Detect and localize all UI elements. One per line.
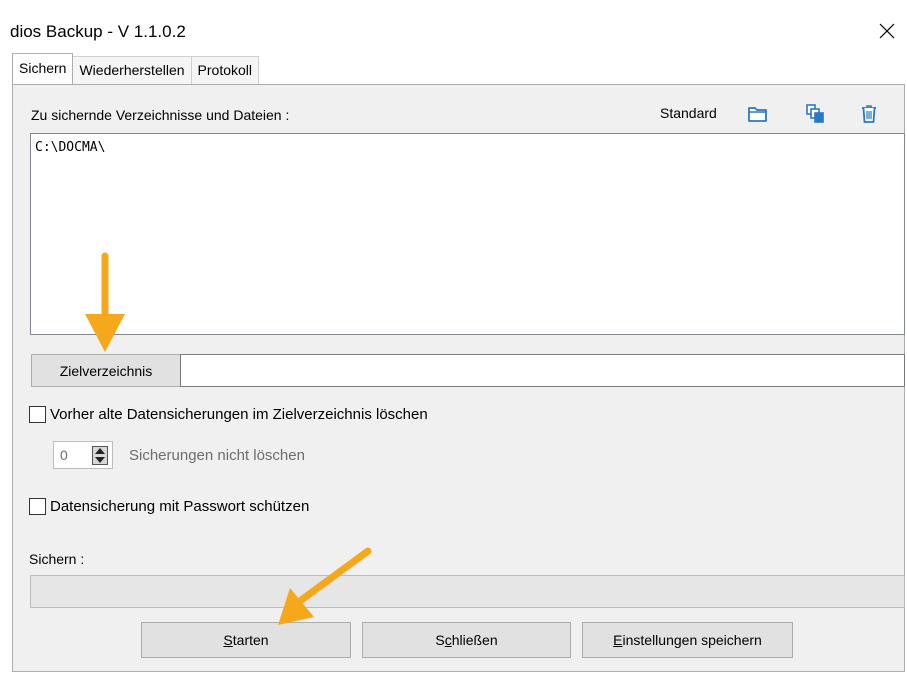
list-item[interactable]: C:\DOCMA\: [35, 140, 900, 155]
folder-open-icon: [748, 107, 767, 122]
close-icon: [879, 23, 895, 39]
add-files-button[interactable]: [803, 102, 827, 126]
add-folder-button[interactable]: [746, 102, 770, 126]
close-mnemonic: c: [444, 632, 452, 648]
trash-icon: [862, 105, 876, 123]
backup-panel: Zu sichernde Verzeichnisse und Dateien :…: [12, 84, 905, 672]
target-directory-field[interactable]: [180, 354, 905, 387]
close-button[interactable]: Sc hließen: [362, 622, 571, 658]
progress-label: Sichern :: [29, 551, 85, 567]
stepper-arrows[interactable]: [92, 446, 108, 465]
files-label: Zu sichernde Verzeichnisse und Dateien :: [31, 107, 290, 123]
target-directory-button[interactable]: Zielverzeichnis: [31, 354, 181, 387]
start-button[interactable]: Starten: [141, 622, 351, 658]
close-label-pre: S: [435, 632, 445, 648]
standard-link[interactable]: Standard: [660, 105, 717, 121]
progress-bar: [30, 575, 905, 608]
keep-count-value: 0: [60, 447, 68, 463]
tab-wiederherstellen[interactable]: Wiederherstellen: [72, 56, 192, 84]
keep-count-stepper[interactable]: 0: [53, 441, 113, 469]
save-label-rest: instellungen speichern: [622, 632, 762, 648]
tab-sichern[interactable]: Sichern: [12, 53, 74, 84]
save-mnemonic: E: [613, 632, 623, 648]
close-window-button[interactable]: [867, 12, 907, 50]
close-label-rest: hließen: [451, 632, 498, 648]
start-mnemonic: S: [223, 632, 233, 648]
keep-count-label: Sicherungen nicht löschen: [129, 447, 305, 464]
chevron-up-icon: [95, 448, 105, 455]
remove-entry-button[interactable]: [857, 102, 881, 126]
checkbox-box[interactable]: [29, 498, 46, 515]
source-file-list[interactable]: C:\DOCMA\: [30, 133, 905, 335]
password-protect-label: Datensicherung mit Passwort schützen: [50, 498, 310, 515]
delete-old-backups-label: Vorher alte Datensicherungen im Zielverz…: [50, 406, 428, 423]
checkbox-box[interactable]: [29, 406, 46, 423]
save-settings-button[interactable]: Einstellungen speichern: [582, 622, 793, 658]
tab-bar: Sichern Wiederherstellen Protokoll: [12, 53, 259, 84]
copy-icon: [806, 104, 824, 123]
window-title: dios Backup - V 1.1.0.2: [10, 22, 186, 41]
title-bar: dios Backup - V 1.1.0.2: [0, 0, 907, 52]
password-protect-checkbox[interactable]: Datensicherung mit Passwort schützen: [29, 498, 309, 515]
delete-old-backups-checkbox[interactable]: Vorher alte Datensicherungen im Zielverz…: [29, 406, 428, 423]
app-window: dios Backup - V 1.1.0.2 Sichern Wiederhe…: [0, 0, 907, 673]
start-label-rest: tarten: [232, 632, 269, 648]
tab-protokoll[interactable]: Protokoll: [190, 56, 259, 84]
chevron-down-icon: [95, 456, 105, 463]
